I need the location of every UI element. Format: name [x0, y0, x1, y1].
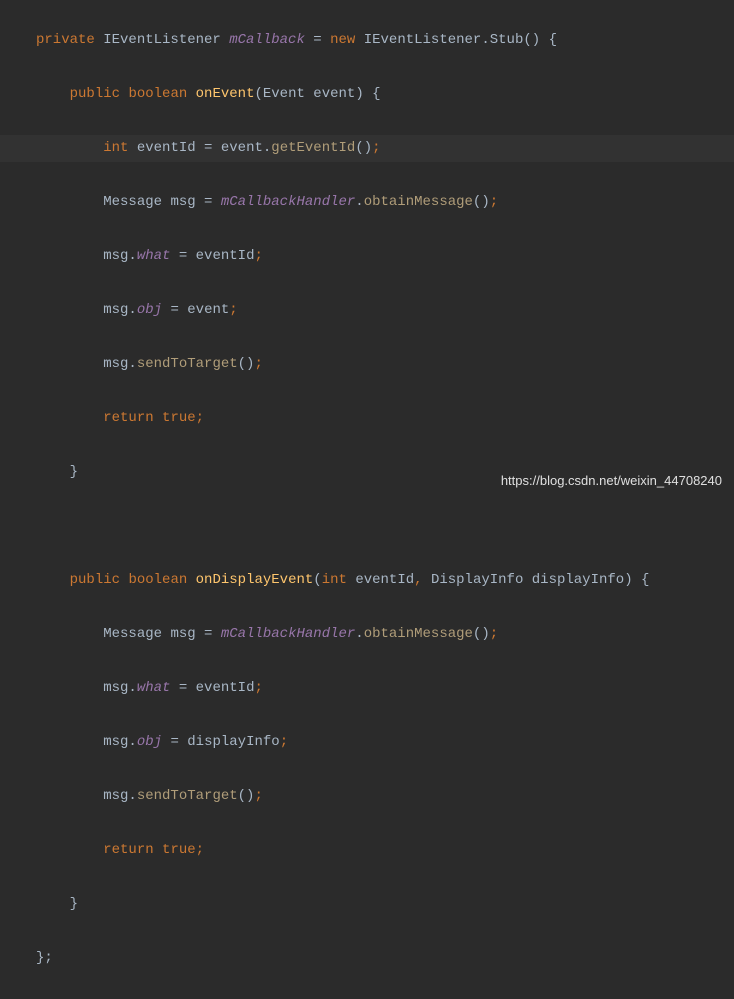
value: eventId	[196, 680, 255, 696]
code-line: msg.sendToTarget();	[0, 783, 734, 810]
object-ref: msg.	[103, 734, 137, 750]
value: eventId	[196, 248, 255, 264]
object-ref: msg.	[103, 788, 137, 804]
brace-close: }	[70, 464, 78, 480]
object-ref: msg.	[103, 680, 137, 696]
method-onEvent: onEvent	[196, 86, 255, 102]
code-line: };	[0, 945, 734, 972]
type: IEventListener.Stub	[364, 32, 524, 48]
keyword-int: int	[103, 140, 128, 156]
method-call: getEventId	[271, 140, 355, 156]
object-ref: event.	[221, 140, 271, 156]
method-onDisplayEvent: onDisplayEvent	[196, 572, 314, 588]
code-line: return true;	[0, 405, 734, 432]
code-line: msg.obj = displayInfo;	[0, 729, 734, 756]
param-name: eventId	[355, 572, 414, 588]
method-call: sendToTarget	[137, 356, 238, 372]
code-line-blank	[0, 513, 734, 540]
field-mCallback: mCallback	[229, 32, 305, 48]
keyword-int: int	[322, 572, 347, 588]
keyword-true: true	[162, 410, 196, 426]
object-ref: msg.	[103, 302, 137, 318]
param-name: event	[313, 86, 355, 102]
value: event	[187, 302, 229, 318]
value: displayInfo	[187, 734, 279, 750]
code-line: return true;	[0, 837, 734, 864]
param-type: Event	[263, 86, 305, 102]
watermark-text: https://blog.csdn.net/weixin_44708240	[501, 467, 722, 494]
keyword-boolean: boolean	[128, 86, 187, 102]
code-line: Message msg = mCallbackHandler.obtainMes…	[0, 189, 734, 216]
brace-close: }	[70, 896, 78, 912]
code-line: msg.obj = event;	[0, 297, 734, 324]
brace-close: };	[36, 950, 53, 966]
code-line: msg.sendToTarget();	[0, 351, 734, 378]
keyword-true: true	[162, 842, 196, 858]
keyword-private: private	[36, 32, 95, 48]
param-name: displayInfo	[532, 572, 624, 588]
field-ref: mCallbackHandler	[221, 194, 355, 210]
keyword-public: public	[70, 86, 120, 102]
object-ref: msg.	[103, 356, 137, 372]
type: IEventListener	[103, 32, 221, 48]
code-line-highlight: int eventId = event.getEventId();	[0, 135, 734, 162]
keyword-public: public	[70, 572, 120, 588]
variable: eventId	[137, 140, 196, 156]
type: Message	[103, 626, 162, 642]
field-obj: obj	[137, 734, 162, 750]
field-obj: obj	[137, 302, 162, 318]
method-call: sendToTarget	[137, 788, 238, 804]
code-line: msg.what = eventId;	[0, 243, 734, 270]
field-what: what	[137, 248, 171, 264]
keyword-new: new	[330, 32, 355, 48]
keyword-return: return	[103, 410, 153, 426]
param-type: DisplayInfo	[431, 572, 523, 588]
code-line: private IEventListener mCallback = new I…	[0, 27, 734, 54]
method-call: obtainMessage	[364, 194, 473, 210]
variable: msg	[170, 626, 195, 642]
code-line: msg.what = eventId;	[0, 675, 734, 702]
code-line: public boolean onEvent(Event event) {	[0, 81, 734, 108]
code-line: Message msg = mCallbackHandler.obtainMes…	[0, 621, 734, 648]
field-ref: mCallbackHandler	[221, 626, 355, 642]
field-what: what	[137, 680, 171, 696]
type: Message	[103, 194, 162, 210]
variable: msg	[170, 194, 195, 210]
object-ref: msg.	[103, 248, 137, 264]
keyword-boolean: boolean	[128, 572, 187, 588]
keyword-return: return	[103, 842, 153, 858]
code-line: public boolean onDisplayEvent(int eventI…	[0, 567, 734, 594]
code-line: }	[0, 891, 734, 918]
method-call: obtainMessage	[364, 626, 473, 642]
